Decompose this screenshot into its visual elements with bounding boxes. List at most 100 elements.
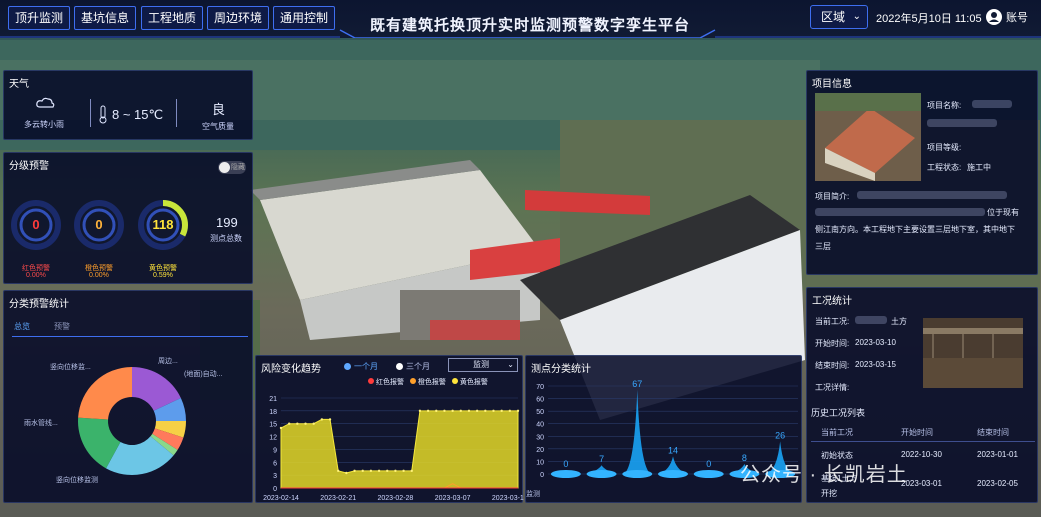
option-one-month[interactable]: 一个月 — [344, 361, 378, 372]
category-label-2: 周边... — [158, 358, 178, 365]
y-tick-label: 50 — [536, 409, 544, 416]
hide-toggle[interactable]: 隐藏 — [218, 161, 246, 174]
row-cell: 开挖 — [821, 489, 837, 498]
toggle-label: 隐藏 — [231, 164, 245, 171]
red-alert-pct: 0.00% — [26, 272, 46, 279]
series-yellow-point — [475, 409, 479, 413]
point-value-label: 0 — [706, 459, 711, 469]
x-tick-label: 2023-02-28 — [378, 495, 414, 502]
total-points-label: 测点总数 — [210, 234, 242, 243]
nav-surroundings[interactable]: 周边环境 — [207, 6, 270, 30]
tab-warning[interactable]: 预警 — [54, 321, 70, 332]
series-yellow-point — [377, 469, 381, 473]
redacted — [815, 208, 985, 216]
point-value-label: 14 — [668, 445, 678, 455]
y-tick-label: 15 — [269, 422, 277, 429]
x-tick-label: 2023-03-14 — [492, 495, 524, 502]
category-label-5: 竖向位移监测 — [56, 477, 98, 484]
radio-icon — [396, 363, 403, 370]
top-bar: 顶升监测 基坑信息 工程地质 周边环境 通用控制 既有建筑托换顶升实时监测预警数… — [0, 0, 1041, 38]
divider — [90, 99, 91, 127]
yellow-alert-pct: 0.59% — [153, 272, 173, 279]
donut-slice — [78, 367, 132, 420]
y-tick-label: 0 — [540, 472, 544, 479]
y-tick-label: 3 — [273, 473, 277, 480]
nav-jacking-monitor[interactable]: 顶升监测 — [8, 6, 71, 30]
y-tick-label: 21 — [269, 396, 277, 403]
point-spike-base — [622, 470, 653, 478]
orange-alert-pct: 0.00% — [89, 272, 109, 279]
legend-yellow-label: 黄色报警 — [459, 379, 488, 386]
watermark: 公众号 · 长凯岩土 — [740, 464, 908, 486]
series-yellow-point — [296, 422, 299, 425]
series-yellow-point — [287, 422, 291, 425]
option-one-month-label: 一个月 — [354, 362, 378, 371]
air-quality-value: 良 — [212, 102, 226, 117]
weather-condition: 多云转小雨 — [24, 120, 64, 129]
legend-red-label: 红色报警 — [375, 379, 404, 386]
series-yellow-point — [320, 418, 324, 421]
y-tick-label: 12 — [269, 435, 277, 442]
redacted — [857, 191, 1007, 199]
series-yellow-point — [443, 409, 446, 413]
y-tick-label: 60 — [536, 397, 544, 404]
account-menu[interactable]: 账号 — [986, 6, 1028, 28]
risk-title: 风险变化趋势 — [261, 364, 321, 375]
nav-pit-info[interactable]: 基坑信息 — [74, 6, 137, 30]
account-label: 账号 — [1006, 12, 1028, 24]
thermometer-icon — [99, 105, 107, 124]
series-yellow-point — [345, 471, 348, 475]
datetime: 2022年5月10日 11:05 — [876, 13, 982, 25]
col-end-time: 结束时间 — [977, 428, 1009, 437]
category-label-3: (地面)自动... — [184, 371, 223, 378]
series-yellow-point — [304, 422, 307, 425]
monitor-select-label: 监测 — [473, 360, 489, 369]
project-intro-line-3: 三层 — [815, 242, 831, 251]
weather-panel: 天气 多云转小雨 8 ~ 15℃ 良 空气质量 — [3, 70, 253, 140]
red-alert-count: 0 — [32, 217, 40, 232]
nav-general-control[interactable]: 通用控制 — [273, 6, 336, 30]
tab-overview[interactable]: 总览 — [14, 321, 30, 332]
option-three-month[interactable]: 三个月 — [396, 361, 430, 372]
y-tick-label: 18 — [269, 409, 277, 416]
project-intro-line-1: 位于现有 — [987, 208, 1019, 217]
user-icon — [986, 9, 1002, 25]
redacted — [927, 119, 997, 127]
work-detail-label: 工况详情: — [815, 383, 850, 392]
project-intro-label: 项目简介: — [815, 192, 850, 201]
series-yellow-point — [451, 409, 454, 413]
col-current-work: 当前工况 — [821, 428, 853, 437]
redacted — [972, 100, 1012, 108]
project-status-value: 施工中 — [967, 163, 991, 172]
table-divider — [811, 441, 1035, 442]
project-level-label: 项目等级: — [927, 143, 962, 152]
series-yellow-point — [508, 409, 512, 413]
current-work-value: 土方 — [891, 317, 907, 326]
series-yellow-point — [394, 469, 397, 473]
y-tick-label: 20 — [536, 447, 544, 454]
tab-underline — [12, 336, 248, 337]
legend-dot — [409, 378, 416, 384]
work-title: 工况统计 — [812, 296, 852, 307]
row-cell: 2023-02-05 — [977, 479, 1018, 488]
series-yellow-point — [353, 469, 356, 473]
risk-trend-panel: 风险变化趋势 一个月 三个月 监测 ⌄ 红色报警 橙色报警 黄色报警 21 18 1… — [255, 355, 524, 503]
history-title: 历史工况列表 — [811, 408, 866, 418]
project-info-panel: 项目信息 项目名称: 项目等级: 工程状态: 施工中 项目简介: 位于现有 侧江… — [806, 70, 1038, 275]
risk-chart: 21 18 15 12 9 6 3 0 2023-02-14 2023-02-21 2023-02-… — [263, 396, 524, 502]
chevron-down-icon: ⌄ — [507, 360, 514, 369]
temperature: 8 ~ 15℃ — [112, 107, 164, 122]
region-label: 区域 — [821, 10, 846, 24]
legend-orange-label: 橙色报警 — [417, 379, 446, 386]
nav-geology[interactable]: 工程地质 — [141, 6, 204, 30]
point-value-label: 0 — [563, 459, 568, 469]
category-label-4: 雨水管线... — [24, 420, 58, 427]
region-select[interactable]: 区域 ⌄ — [810, 5, 868, 29]
radio-icon — [344, 363, 351, 370]
y-tick-label: 0 — [273, 486, 277, 493]
series-yellow-point — [484, 409, 487, 413]
series-yellow-point — [369, 469, 373, 473]
monitor-select[interactable]: 监测 ⌄ — [448, 358, 518, 372]
x-tick-label: 2023-02-21 — [320, 495, 356, 502]
series-yellow-point — [467, 409, 471, 413]
